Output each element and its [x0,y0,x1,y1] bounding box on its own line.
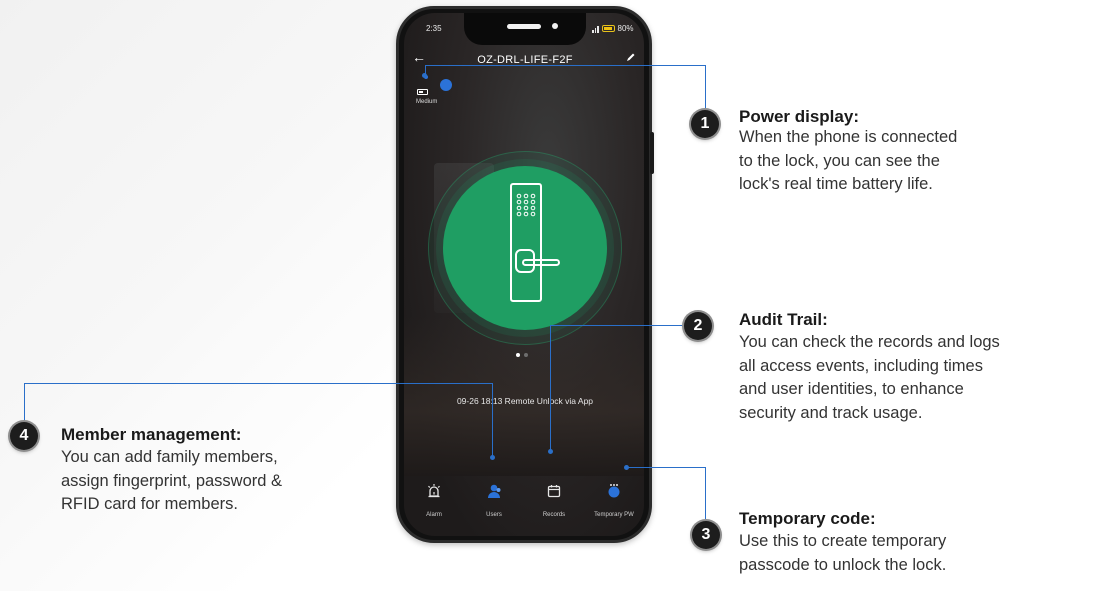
tab-temporary-password-label: Temporary PW [594,512,634,518]
lock-battery-icon [417,89,428,95]
calendar-icon [547,485,561,498]
callout-2-line-4: security and track usage. [739,403,923,422]
tab-temporary-password[interactable]: Temporary PW [584,478,644,518]
callout-1-line-1: When the phone is connected [739,128,958,146]
tab-alarm-label: Alarm [426,512,442,518]
status-time: 2:35 [426,24,442,33]
callout-1-line [425,65,426,75]
tab-records[interactable]: Records [524,478,584,518]
callout-1-line [425,65,705,66]
tab-alarm[interactable]: Alarm [404,478,464,518]
callout-1-title: Power display: [739,107,859,126]
callout-4-line-3: RFID card for members. [61,495,238,513]
callout-2-badge: 2 [684,312,712,340]
callout-1-text: When the phone is connected to the lock,… [739,126,1051,197]
callout-3-badge: 3 [692,521,720,549]
callout-4-line [492,383,493,457]
phone-battery-icon [601,25,615,32]
callout-1-line-3: lock's real time battery life. [739,175,933,193]
page-indicator [516,353,528,357]
callout-3-line-1: Use this to create temporary [739,532,947,550]
lock-battery-label: Medium [416,99,438,105]
bottom-tab-bar: Alarm Users Records Temporary PW [404,478,644,528]
speaker-icon [507,24,541,29]
phone-notch [464,13,586,45]
callout-3-line [705,467,706,519]
callout-4-title: Member management: [61,425,242,444]
battery-percent: 80% [617,24,634,33]
callout-2-line-1: You can check the records and logs [739,333,1000,351]
callout-4-line [24,383,493,384]
callout-2-title: Audit Trail: [739,310,828,329]
temporary-password-icon [608,484,620,498]
callout-3-title: Temporary code: [739,509,876,528]
door-lock-icon [510,183,560,302]
phone-side-button [650,132,654,174]
callout-1-badge: 1 [691,110,719,138]
tab-users[interactable]: Users [464,478,524,518]
last-event-text: 09-26 18:13 Remote Unlock via App [456,396,594,406]
callout-1-line-2: to the lock, you can see the [739,151,940,170]
edit-pencil-icon[interactable] [626,52,636,62]
camera-icon [552,23,558,29]
back-arrow-icon[interactable]: ← [412,49,426,65]
callout-3-line [627,467,706,468]
connection-status-dot [440,79,452,91]
tab-records-label: Records [542,512,566,518]
callout-2-line-3: and user identities, to enhance [739,380,964,398]
status-indicators: 80% [592,24,634,33]
callout-4-line-2: assign fingerprint, password & [61,471,283,490]
alarm-icon [428,484,440,498]
callout-3-line-2: passcode to unlock the lock. [739,555,947,574]
callout-2-line [550,325,551,450]
callout-4-badge: 4 [10,422,38,450]
callout-3-text: Use this to create temporary passcode to… [739,530,1069,577]
users-icon [488,484,501,498]
callout-2-line [550,325,684,326]
callout-2-text: You can check the records and logs all a… [739,331,1101,425]
callout-4-line [24,383,25,421]
callout-1-line [705,65,706,110]
callout-4-text: You can add family members, assign finge… [61,446,381,517]
tab-users-label: Users [486,512,502,518]
callout-4-line-1: You can add family members, [61,448,278,466]
callout-2-line-2: all access events, including times [739,356,983,375]
signal-icon [592,25,599,33]
